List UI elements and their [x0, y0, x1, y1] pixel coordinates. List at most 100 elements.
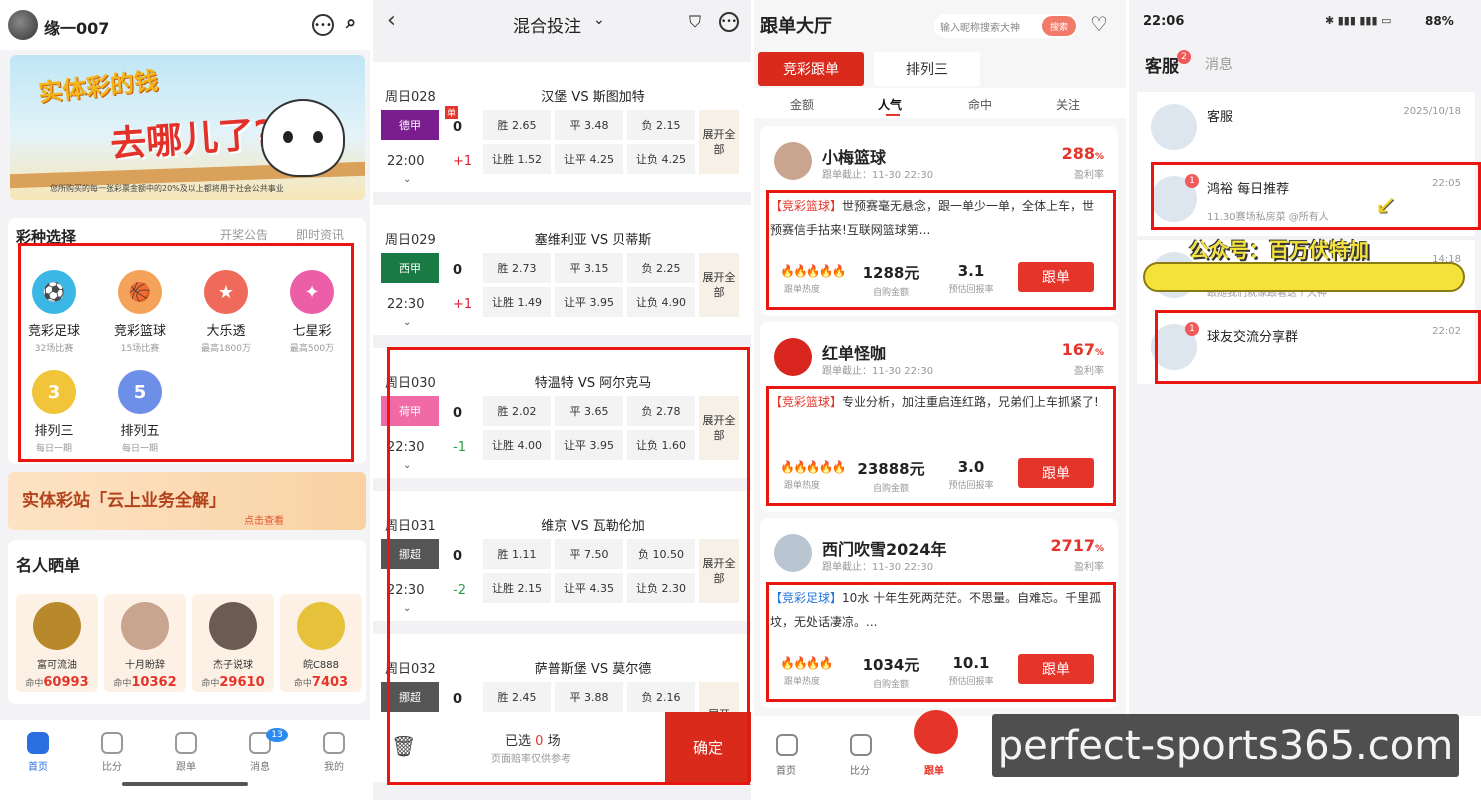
odds-cell[interactable]: 让平 3.95 [555, 287, 623, 317]
chevron-down-icon[interactable]: ⌄ [593, 12, 605, 28]
confirm-button[interactable]: 确定 [665, 712, 751, 782]
tab-service[interactable]: 客服 [1145, 52, 1179, 77]
news-link[interactable]: 即时资讯 [296, 226, 344, 243]
lottery-item[interactable]: ★ 大乐透 最高1800万 [186, 270, 266, 354]
expert-name[interactable]: 红单怪咖 [822, 340, 886, 364]
hall-header: 跟单大厅 输入昵称搜索大神 搜索 ♡ [754, 0, 1126, 46]
lottery-item[interactable]: ⚽ 竞彩足球 32场比赛 [14, 270, 94, 354]
odds-cell[interactable]: 胜 2.65 [483, 110, 551, 140]
trash-icon[interactable]: 🗑 [391, 734, 416, 758]
chevron-down-icon[interactable]: ⌄ [403, 603, 411, 614]
odds-cell[interactable]: 胜 1.11 [483, 539, 551, 569]
tab-home[interactable]: 首页 [776, 762, 796, 777]
lottery-item[interactable]: ✦ 七星彩 最高500万 [272, 270, 352, 354]
expand-all-button[interactable]: 展开全部 [699, 253, 739, 317]
odds-cell[interactable]: 平 7.50 [555, 539, 623, 569]
odds-cell[interactable]: 让平 3.95 [555, 430, 623, 460]
profit-rate-value: 288 [1061, 144, 1095, 163]
promo-banner[interactable]: 实体彩的钱 去哪儿了? 您所购买的每一张彩票金额中的20%及以上都将用于社会公共… [10, 55, 365, 200]
home-header: 缘一007 ••• ⌕ [0, 0, 370, 50]
home-icon[interactable] [776, 734, 798, 756]
chevron-down-icon[interactable]: ⌄ [403, 174, 411, 185]
follow-button[interactable]: 跟单 [1018, 458, 1094, 488]
lottery-item[interactable]: 3 排列三 每日一期 [14, 370, 94, 454]
celeb-card[interactable]: 皖C888 命中7403 [280, 594, 362, 692]
heart-icon[interactable]: ♡ [1090, 12, 1108, 36]
odds-cell[interactable]: 平 3.88 [555, 682, 623, 712]
tab-item[interactable]: 我的 [304, 732, 364, 773]
chat-item[interactable]: 客服 2025/10/18 [1137, 92, 1475, 164]
expand-all-button[interactable]: 展开全部 [699, 396, 739, 460]
odds-cell[interactable]: 胜 2.73 [483, 253, 551, 283]
more-icon[interactable]: ••• [719, 12, 739, 32]
celeb-hits: 命中29610 [192, 675, 274, 690]
user-avatar[interactable] [8, 10, 38, 40]
odds-cell[interactable]: 让胜 4.00 [483, 430, 551, 460]
tab-jingcai[interactable]: 竞彩跟单 [758, 52, 864, 86]
chevron-down-icon[interactable]: ⌄ [403, 460, 411, 471]
odds-cell[interactable]: 让胜 2.15 [483, 573, 551, 603]
back-icon[interactable]: ‹ [387, 8, 396, 33]
chat-item[interactable]: 鸿裕 每日推荐 22:05 11.30赛场私房菜 @所有人 1 [1137, 164, 1475, 236]
celeb-card[interactable]: 富可流油 命中60993 [16, 594, 98, 692]
chevron-down-icon[interactable]: ⌄ [403, 317, 411, 328]
filter-icon[interactable]: ⛉ [689, 12, 701, 32]
odds-cell[interactable]: 让平 4.35 [555, 573, 623, 603]
section-title: 彩种选择 [16, 228, 77, 246]
lottery-item[interactable]: 🏀 竞彩篮球 15场比赛 [100, 270, 180, 354]
tab-item[interactable]: 消息 13 [230, 728, 290, 773]
odds-cell[interactable]: 胜 2.02 [483, 396, 551, 426]
odds-cell[interactable]: 让平 4.25 [555, 144, 623, 174]
odds-cell[interactable]: 负 2.15 [627, 110, 695, 140]
odds-cell[interactable]: 负 2.78 [627, 396, 695, 426]
expert-avatar[interactable] [774, 142, 812, 180]
odds-cell[interactable]: 让负 4.90 [627, 287, 695, 317]
odds-cell[interactable]: 让胜 1.52 [483, 144, 551, 174]
follow-button[interactable]: 跟单 [1018, 654, 1094, 684]
expert-name[interactable]: 小梅篮球 [822, 144, 886, 168]
search-button[interactable]: 搜索 [1042, 16, 1076, 36]
expand-all-button[interactable]: 展开全部 [699, 110, 739, 174]
tab-message[interactable]: 消息 [1205, 54, 1233, 74]
odds-cell[interactable]: 负 2.25 [627, 253, 695, 283]
odds-cell[interactable]: 让胜 1.49 [483, 287, 551, 317]
odds-cell[interactable]: 负 2.16 [627, 682, 695, 712]
expand-all-button[interactable]: 展开全部 [699, 539, 739, 603]
handicap-zero: 0 [453, 120, 463, 135]
promo-strip[interactable]: 实体彩站「云上业务全解」 点击查看 [8, 472, 366, 530]
odds-cell[interactable]: 负 10.50 [627, 539, 695, 569]
search-input[interactable]: 输入昵称搜索大神 搜索 [934, 14, 1078, 38]
odds-cell[interactable]: 胜 2.45 [483, 682, 551, 712]
sort-amount[interactable]: 金额 [790, 96, 814, 113]
bet-title[interactable]: 混合投注 [513, 12, 581, 37]
odds-cell[interactable]: 平 3.65 [555, 396, 623, 426]
draw-notice-link[interactable]: 开奖公告 [220, 226, 268, 243]
expert-avatar[interactable] [774, 534, 812, 572]
expert-avatar[interactable] [774, 338, 812, 376]
expert-name[interactable]: 西门吹雪2024年 [822, 536, 947, 560]
odds-cell[interactable]: 让负 4.25 [627, 144, 695, 174]
follow-button[interactable]: 跟单 [1018, 262, 1094, 292]
sort-popularity[interactable]: 人气 [878, 96, 902, 113]
lottery-item[interactable]: 5 排列五 每日一期 [100, 370, 180, 454]
chat-item[interactable]: 球友交流分享群 22:02 1 [1137, 312, 1475, 384]
odds-cell[interactable]: 让负 2.30 [627, 573, 695, 603]
odds-cell[interactable]: 平 3.15 [555, 253, 623, 283]
follow-tab-icon[interactable] [914, 710, 958, 754]
tab-follow[interactable]: 跟单 [924, 762, 944, 777]
sort-follow[interactable]: 关注 [1056, 96, 1080, 113]
odds-cell[interactable]: 平 3.48 [555, 110, 623, 140]
tab-item[interactable]: 首页 [8, 732, 68, 773]
promo-link[interactable]: 点击查看 [244, 512, 284, 527]
celeb-card[interactable]: 十月盼辞 命中10362 [104, 594, 186, 692]
tab-pailie3[interactable]: 排列三 [874, 52, 980, 86]
celeb-card[interactable]: 杰子说球 命中29610 [192, 594, 274, 692]
search-icon[interactable]: ⌕ [346, 12, 356, 33]
tab-score[interactable]: 比分 [850, 762, 870, 777]
chat-icon[interactable]: ••• [312, 14, 334, 36]
odds-cell[interactable]: 让负 1.60 [627, 430, 695, 460]
tab-item[interactable]: 比分 [82, 732, 142, 773]
tab-item[interactable]: 跟单 [156, 732, 216, 773]
sort-hit[interactable]: 命中 [968, 96, 992, 113]
score-icon[interactable] [850, 734, 872, 756]
